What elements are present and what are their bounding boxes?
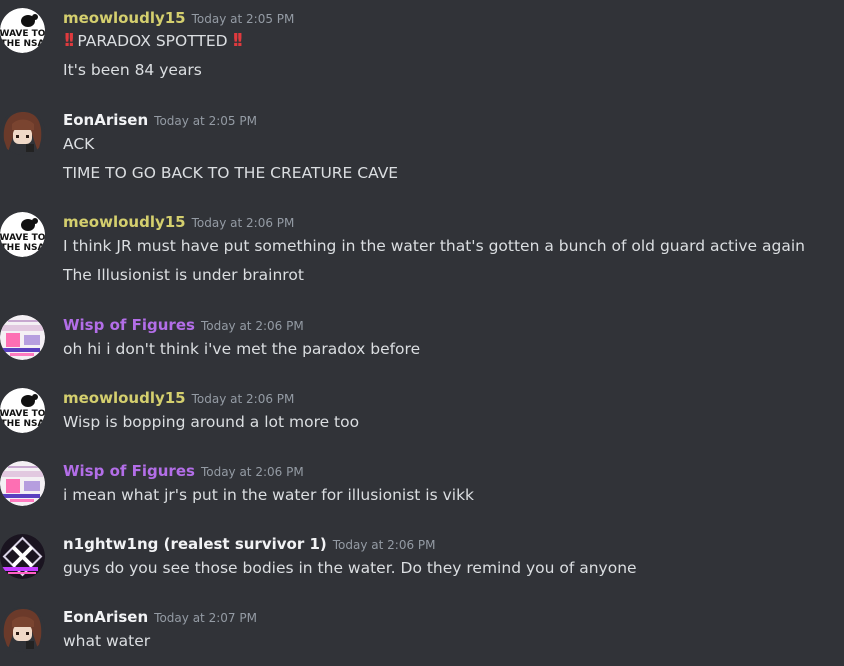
avatar-text-line-2: THE NSA [1, 243, 45, 253]
avatar[interactable]: WAVE TO THE NSA [0, 8, 45, 53]
avatar[interactable] [0, 110, 45, 155]
message-header: meowloudly15 Today at 2:06 PM [63, 388, 294, 408]
message-text: TIME TO GO BACK TO THE CREATURE CAVE [63, 164, 399, 182]
author-name[interactable]: Wisp of Figures [63, 316, 195, 334]
avatar[interactable] [0, 607, 45, 652]
timestamp: Today at 2:06 PM [200, 465, 304, 479]
avatar[interactable]: WAVE TO THE NSA [0, 212, 45, 257]
message-header: meowloudly15 Today at 2:06 PM [63, 212, 294, 232]
message-header: EonArisen Today at 2:05 PM [63, 110, 257, 130]
timestamp: Today at 2:05 PM [191, 12, 295, 26]
message-line: !! PARADOX SPOTTED!! [63, 30, 245, 51]
double-exclamation-icon: !! [231, 30, 245, 51]
author-name[interactable]: Wisp of Figures [63, 462, 195, 480]
message-text: It's been 84 years [63, 61, 202, 79]
author-name[interactable]: EonArisen [63, 111, 148, 129]
avatar[interactable] [0, 534, 45, 579]
avatar[interactable] [0, 461, 45, 506]
message-text: Wisp is bopping around a lot more too [63, 413, 360, 431]
message-header: Wisp of Figures Today at 2:06 PM [63, 461, 304, 481]
author-name[interactable]: meowloudly15 [63, 213, 186, 231]
message-text: I think JR must have put something in th… [63, 237, 805, 255]
avatar-text-line-1: WAVE TO [0, 233, 45, 243]
author-name[interactable]: meowloudly15 [63, 9, 186, 27]
message-header: EonArisen Today at 2:07 PM [63, 607, 257, 627]
timestamp: Today at 2:06 PM [332, 538, 436, 552]
author-name[interactable]: meowloudly15 [63, 389, 186, 407]
avatar-text-line-2: THE NSA [1, 39, 45, 49]
message-text: guys do you see those bodies in the wate… [63, 559, 637, 577]
author-name[interactable]: n1ghtw1ng (realest survivor 1) [63, 535, 327, 553]
message-text: what water [63, 632, 151, 650]
timestamp: Today at 2:06 PM [191, 392, 295, 406]
message-text: PARADOX SPOTTED [77, 32, 228, 50]
message-header: meowloudly15 Today at 2:05 PM [63, 8, 294, 28]
avatar-text-line-1: WAVE TO [0, 409, 45, 419]
avatar-text-line-2: THE NSA [1, 419, 45, 429]
double-exclamation-icon: !! [63, 30, 76, 51]
timestamp: Today at 2:06 PM [191, 216, 295, 230]
message-header: n1ghtw1ng (realest survivor 1) Today at 2… [63, 534, 436, 554]
author-name[interactable]: EonArisen [63, 608, 148, 626]
message-header: Wisp of Figures Today at 2:06 PM [63, 315, 304, 335]
message-text: oh hi i don't think i've met the paradox… [63, 340, 421, 358]
avatar[interactable]: WAVE TO THE NSA [0, 388, 45, 433]
avatar[interactable] [0, 315, 45, 360]
timestamp: Today at 2:07 PM [154, 611, 257, 625]
message-text: ACK [63, 135, 95, 153]
timestamp: Today at 2:06 PM [200, 319, 304, 333]
timestamp: Today at 2:05 PM [154, 114, 257, 128]
message-text: The Illusionist is under brainrot [63, 266, 304, 284]
message-text: i mean what jr's put in the water for il… [63, 486, 475, 504]
avatar-text-line-1: WAVE TO [0, 29, 45, 39]
